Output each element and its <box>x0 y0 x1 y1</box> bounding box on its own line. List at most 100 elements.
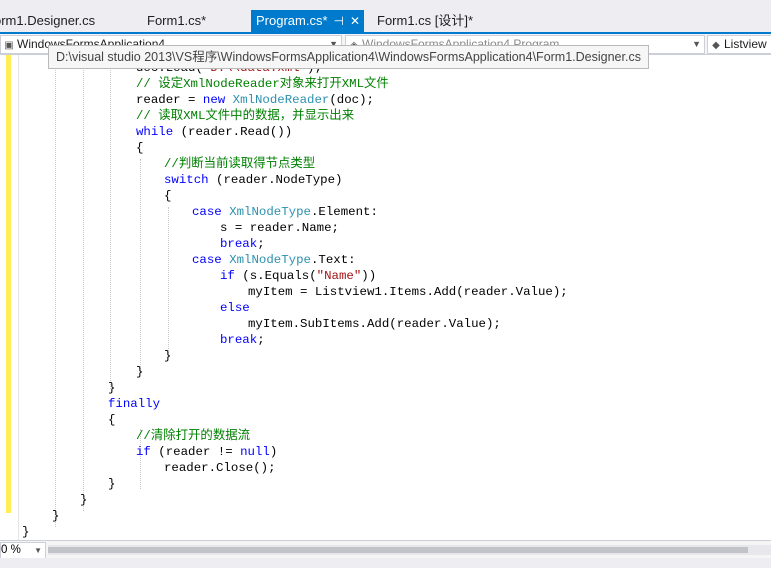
code-line[interactable]: } <box>52 508 59 524</box>
code-token: (reader != <box>150 445 241 459</box>
project-icon: ▣ <box>4 40 14 51</box>
tab-program-cs[interactable]: Program.cs* ⊣ ✕ <box>251 10 365 32</box>
code-line[interactable]: //判断当前读取得节点类型 <box>164 156 315 172</box>
code-token: while <box>136 125 174 139</box>
code-token: reader = <box>136 93 203 107</box>
code-token: .Element: <box>310 205 378 219</box>
code-line[interactable]: reader = new XmlNodeReader(doc); <box>136 92 374 108</box>
code-token: (s.Equals( <box>234 269 317 283</box>
code-line[interactable]: } <box>108 476 115 492</box>
code-token: } <box>80 493 88 507</box>
code-token: if <box>136 445 151 459</box>
chevron-down-icon[interactable]: ▼ <box>692 36 701 53</box>
member-dropdown-value: Listview <box>724 37 767 51</box>
code-line[interactable]: break; <box>220 236 265 252</box>
code-token: } <box>108 477 116 491</box>
file-path-tooltip: D:\visual studio 2013\VS程序\WindowsFormsA… <box>48 45 649 69</box>
code-line[interactable]: finally <box>108 396 160 412</box>
tooltip-text: D:\visual studio 2013\VS程序\WindowsFormsA… <box>56 50 641 64</box>
code-line[interactable]: s = reader.Name; <box>220 220 339 236</box>
tab-label: Form1.cs [设计]* <box>377 13 474 28</box>
horizontal-scrollbar[interactable] <box>48 545 771 555</box>
code-line[interactable]: } <box>22 524 29 540</box>
code-line[interactable]: } <box>164 348 171 364</box>
tab-label: orm1.Designer.cs <box>0 13 96 28</box>
code-token: new <box>202 93 233 107</box>
code-token: switch <box>164 173 209 187</box>
code-line[interactable]: //清除打开的数据流 <box>136 428 250 444</box>
code-line[interactable]: // 设定XmlNodeReader对象来打开XML文件 <box>136 76 389 92</box>
code-token: break <box>220 237 258 251</box>
code-token: myItem.SubItems.Add(reader.Value); <box>248 317 501 331</box>
code-token: ; <box>257 237 265 251</box>
code-token: null <box>240 445 270 459</box>
tab-form1-cs[interactable]: Form1.cs* <box>147 10 206 32</box>
code-token: else <box>220 301 250 315</box>
code-line[interactable]: if (s.Equals("Name")) <box>220 268 376 284</box>
indent-guide <box>140 159 141 373</box>
code-line[interactable]: reader.Close(); <box>164 460 276 476</box>
code-token: { <box>164 189 172 203</box>
member-icon: ◆ <box>712 40 720 51</box>
code-line[interactable]: } <box>136 364 143 380</box>
indent-guide <box>83 55 84 511</box>
code-token: (doc); <box>329 93 374 107</box>
code-line[interactable]: { <box>136 140 143 156</box>
code-line[interactable]: } <box>108 380 115 396</box>
indent-guide <box>55 55 56 527</box>
pin-icon[interactable]: ⊣ <box>334 10 344 32</box>
code-token: } <box>136 365 144 379</box>
code-line[interactable]: myItem = Listview1.Items.Add(reader.Valu… <box>248 284 568 300</box>
zoom-value: 0 % <box>1 544 21 556</box>
code-line[interactable]: switch (reader.NodeType) <box>164 172 342 188</box>
code-token: //判断当前读取得节点类型 <box>164 157 316 171</box>
indent-guide <box>110 55 111 389</box>
code-token: myItem = Listview1.Items.Add(reader.Valu… <box>248 285 568 299</box>
code-line[interactable]: // 读取XML文件中的数据，并显示出来 <box>136 108 354 124</box>
code-line[interactable]: myItem.SubItems.Add(reader.Value); <box>248 316 501 332</box>
code-token: reader.Close(); <box>164 461 276 475</box>
document-tab-bar: orm1.Designer.cs Form1.cs* Program.cs* ⊣ ✕… <box>0 0 771 34</box>
code-token: ) <box>269 445 278 459</box>
indent-guide <box>168 207 169 357</box>
tab-form1-designer[interactable]: orm1.Designer.cs <box>0 10 95 32</box>
code-token: (reader.Read()) <box>173 125 293 139</box>
code-line[interactable]: { <box>164 188 171 204</box>
zoom-dropdown[interactable]: 0 % ▼ <box>0 542 46 559</box>
code-line[interactable]: if (reader != null) <box>136 444 277 460</box>
code-token: XmlNodeReader <box>232 93 330 107</box>
chevron-down-icon[interactable]: ▼ <box>34 543 42 558</box>
code-token: "Name" <box>316 269 362 283</box>
code-token: .Text: <box>310 253 356 267</box>
code-token: ; <box>257 333 265 347</box>
tab-form1-design[interactable]: Form1.cs [设计]* <box>377 10 473 32</box>
code-line[interactable]: { <box>108 412 115 428</box>
code-token: // 设定XmlNodeReader对象来打开XML文件 <box>136 77 389 91</box>
code-token: finally <box>108 397 161 411</box>
code-token: //清除打开的数据流 <box>136 429 250 443</box>
editor-status-bar: 0 % ▼ <box>0 540 771 559</box>
scrollbar-thumb[interactable] <box>48 547 748 553</box>
code-line[interactable]: } <box>80 492 87 508</box>
tab-label: Program.cs* <box>256 13 328 28</box>
code-token: )) <box>361 269 377 283</box>
code-token: } <box>22 525 30 539</box>
code-token: (reader.NodeType) <box>208 173 343 187</box>
code-token: { <box>136 141 144 155</box>
code-token: case <box>192 253 230 267</box>
code-editor[interactable]: // 加载XML文件doc.Load("D:\\data.xml");// 设定… <box>0 55 771 540</box>
code-line[interactable]: else <box>220 300 250 316</box>
code-line[interactable]: case XmlNodeType.Text: <box>192 252 356 268</box>
code-token: if <box>220 269 235 283</box>
close-icon[interactable]: ✕ <box>350 10 360 32</box>
code-token: } <box>52 509 60 523</box>
bottom-edge <box>0 558 771 568</box>
member-dropdown[interactable]: ◆ Listview <box>707 35 771 54</box>
code-token: // 读取XML文件中的数据，并显示出来 <box>136 109 355 123</box>
code-line[interactable]: case XmlNodeType.Element: <box>192 204 378 220</box>
tab-label: Form1.cs* <box>147 13 207 28</box>
code-token: s = reader.Name; <box>220 221 339 235</box>
code-line[interactable]: while (reader.Read()) <box>136 124 292 140</box>
code-line[interactable]: break; <box>220 332 265 348</box>
code-token: { <box>108 413 116 427</box>
